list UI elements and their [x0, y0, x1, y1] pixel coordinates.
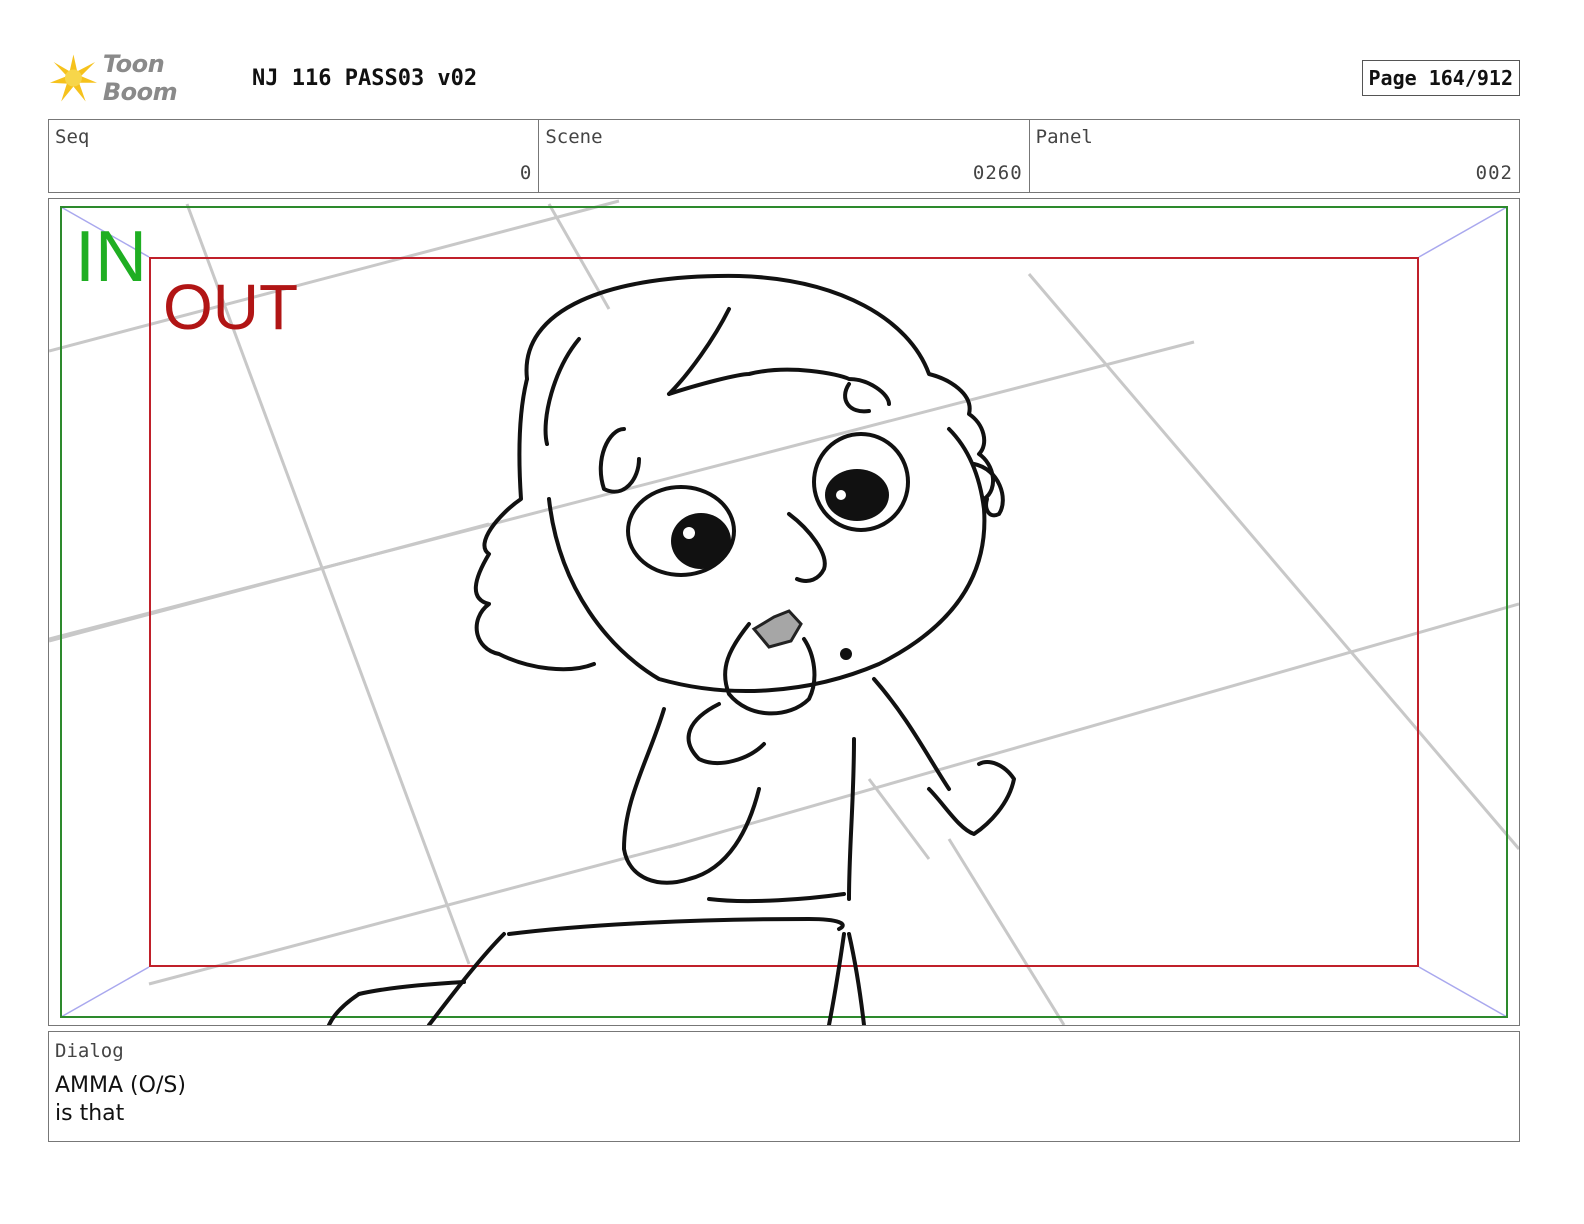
out-label: OUT [163, 271, 299, 343]
seq-value: 0 [519, 162, 533, 184]
dialog-label: Dialog [55, 1040, 124, 1062]
dialog-line: AMMA (O/S) [55, 1073, 186, 1098]
logo-text: Toon Boom [102, 50, 178, 106]
page-number: Page 164/912 [1361, 60, 1520, 96]
scene-value: 0260 [972, 162, 1023, 184]
scene-label: Scene [545, 126, 603, 148]
star-burst-icon [49, 54, 97, 102]
panel-info-row: Seq 0 Scene 0260 Panel 002 [48, 119, 1520, 193]
dialog-line: is that [55, 1101, 125, 1126]
panel-label: Panel [1035, 126, 1093, 148]
seq-label: Seq [55, 126, 90, 148]
panel-cell: Panel 002 [1030, 120, 1519, 192]
dialog-box: Dialog AMMA (O/S) is that [48, 1031, 1520, 1142]
snack-piece [751, 609, 803, 649]
dialog-text: AMMA (O/S) is that [55, 1072, 186, 1128]
panel-value: 002 [1475, 162, 1513, 184]
toon-boom-logo: Toon Boom [48, 50, 238, 106]
in-label: IN [75, 217, 147, 297]
storyboard-panel: IN OUT [48, 198, 1520, 1026]
child-character-sketch [327, 273, 1016, 1025]
page-header: Toon Boom NJ 116 PASS03 v02 Page 164/912 [48, 46, 1520, 110]
project-title: NJ 116 PASS03 v02 [252, 66, 478, 91]
scene-cell: Scene 0260 [539, 120, 1030, 192]
seq-cell: Seq 0 [49, 120, 540, 192]
